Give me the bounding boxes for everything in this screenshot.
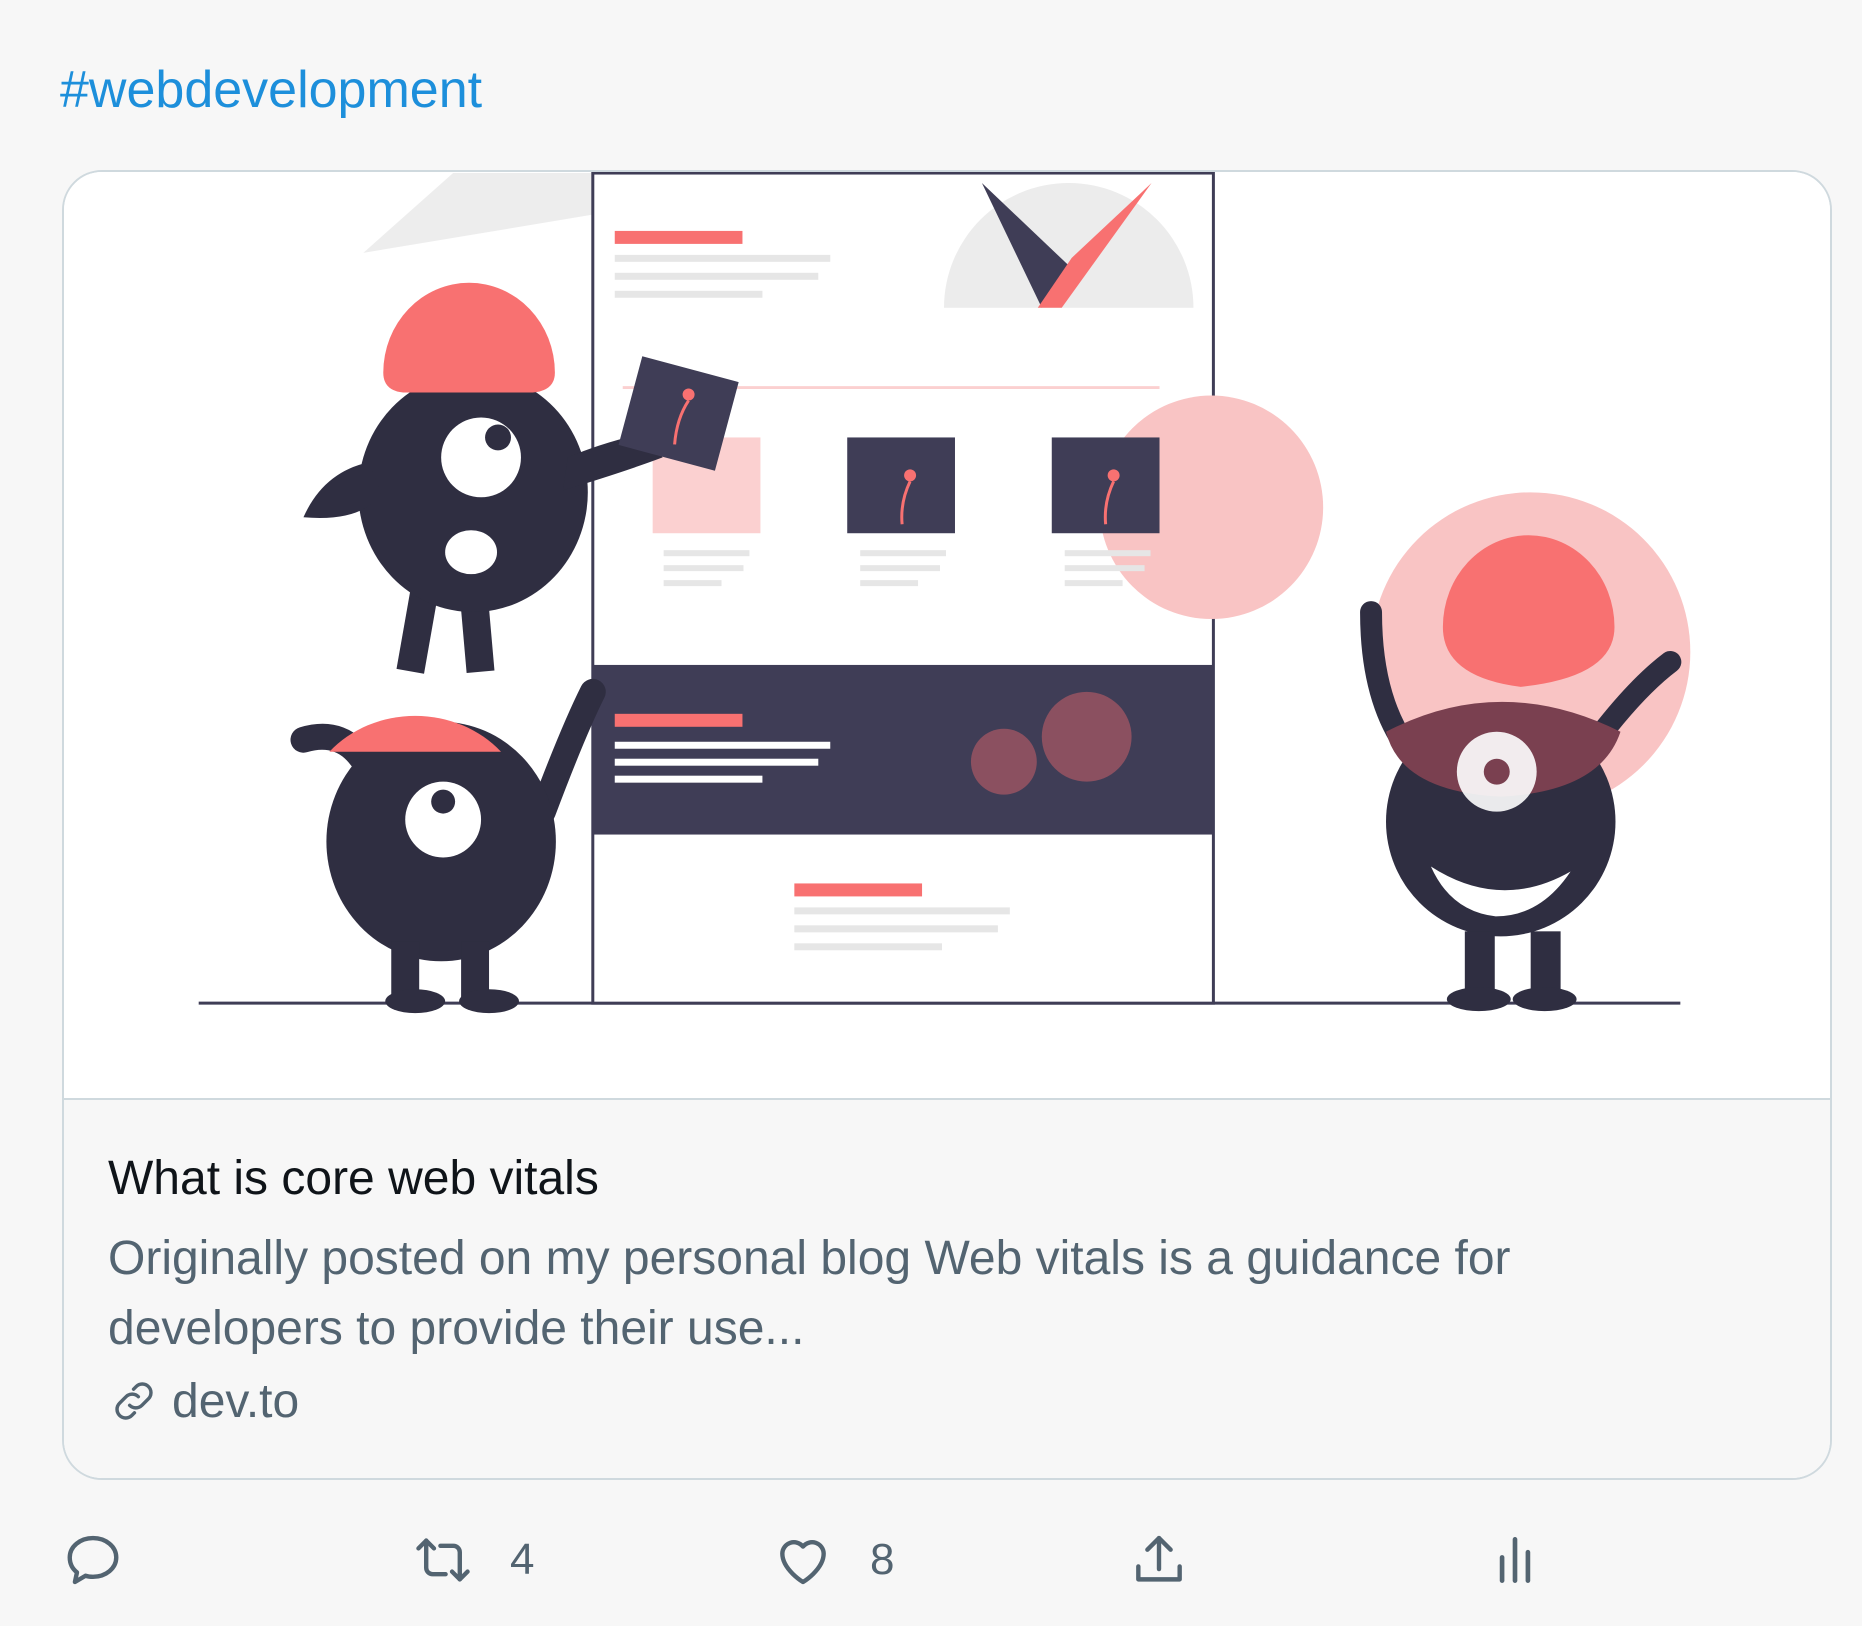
like-button[interactable]: 8 [772,1520,894,1600]
hashtag-link[interactable]: #webdevelopment [60,58,482,122]
card-image [64,172,1830,1098]
tweet-body: #webdevelopment What is core web vitals … [0,0,1862,1626]
reply-button[interactable] [62,1520,160,1600]
analytics-icon [1499,1537,1531,1583]
card-domain-text: dev.to [172,1374,300,1428]
like-count: 8 [870,1535,895,1584]
retweet-count: 4 [510,1535,535,1584]
card-title: What is core web vitals [108,1152,599,1205]
card-domain: dev.to [108,1368,299,1434]
analytics-button[interactable] [1484,1520,1546,1600]
card-description: Originally posted on my personal blog We… [108,1232,1511,1355]
link-preview-card[interactable]: What is core web vitals Originally poste… [62,170,1832,1480]
retweet-icon [416,1538,470,1582]
tweet-actions: 4 8 [0,1520,1862,1600]
reply-icon [67,1535,119,1585]
heart-icon [780,1540,826,1585]
card-text-area: What is core web vitals Originally poste… [64,1100,1830,1478]
share-button[interactable] [1128,1520,1190,1600]
link-icon [115,1382,153,1420]
retweet-button[interactable]: 4 [412,1520,534,1600]
share-icon [1136,1535,1182,1582]
